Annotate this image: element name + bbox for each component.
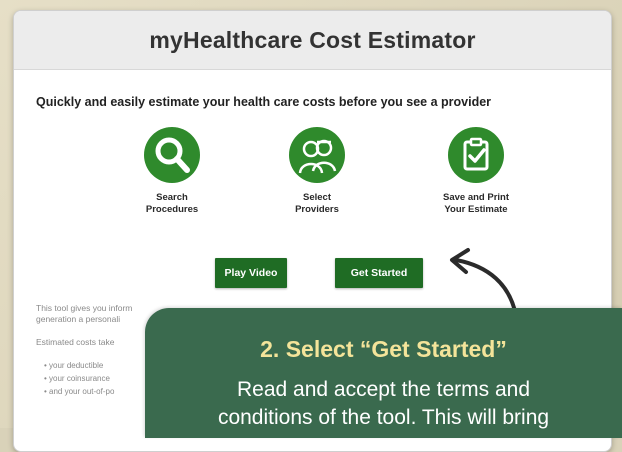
bullet-item: • your deductible: [44, 361, 104, 370]
callout-text-line: conditions of the tool. This will bring: [217, 406, 550, 429]
bullet-item: • and your out-of-po: [44, 387, 115, 396]
callout-heading: 2. Select “Get Started”: [260, 336, 507, 362]
feature-save-print-estimate[interactable]: Save and Print Your Estimate: [411, 127, 541, 216]
feature-label: Select Providers: [295, 192, 339, 215]
title-bar: myHealthcare Cost Estimator: [14, 11, 611, 70]
search-icon: [144, 127, 200, 183]
instruction-callout: 2. Select “Get Started” Read and accept …: [145, 308, 622, 438]
get-started-button[interactable]: Get Started: [335, 258, 423, 288]
checklist-icon: [448, 127, 504, 183]
callout-text: Read and accept the terms and conditions…: [145, 376, 622, 432]
app-title: myHealthcare Cost Estimator: [149, 26, 476, 53]
feature-label: Save and Print Your Estimate: [443, 192, 509, 215]
body-text-line: generation a personali: [36, 314, 121, 324]
feature-search-procedures[interactable]: Search Procedures: [107, 127, 237, 216]
providers-icon: [289, 127, 345, 183]
callout-text-line: Read and accept the terms and: [236, 378, 530, 401]
feature-label: Search Procedures: [145, 192, 199, 215]
bullet-item: • your coinsurance: [44, 374, 110, 383]
tagline: Quickly and easily estimate your health …: [36, 95, 492, 109]
body-text-line: Estimated costs take: [36, 337, 115, 347]
body-text-line: This tool gives you inform: [36, 303, 133, 313]
feature-select-providers[interactable]: Select Providers: [252, 127, 382, 216]
play-video-button[interactable]: Play Video: [215, 258, 287, 288]
